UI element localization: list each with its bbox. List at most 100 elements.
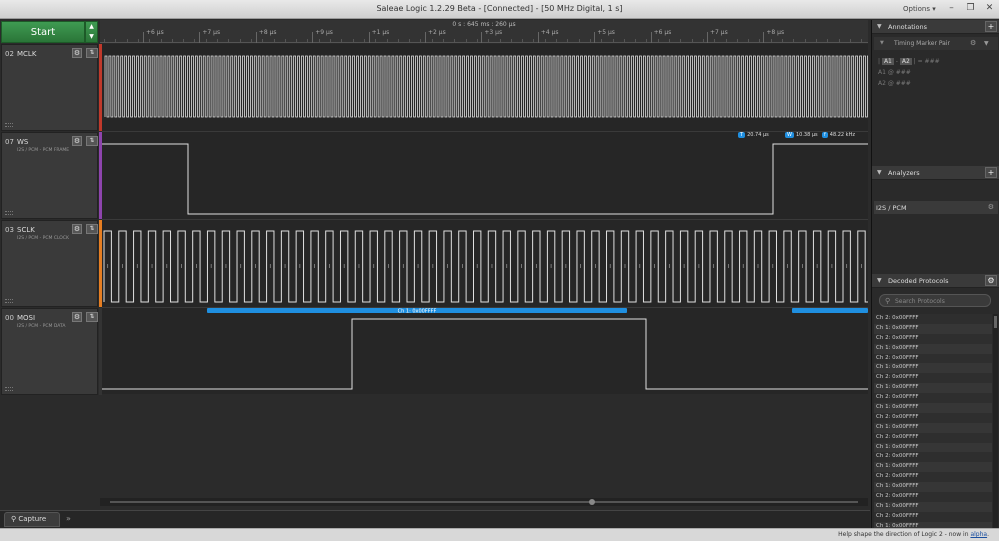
decoded-row[interactable]: Ch 1: 0x00FFFF bbox=[874, 462, 992, 473]
minimize-icon[interactable]: – bbox=[943, 2, 960, 15]
gear-icon[interactable]: ⚙ bbox=[72, 48, 82, 58]
time-minor-tick bbox=[296, 39, 298, 43]
search-box[interactable]: ⚲ bbox=[879, 294, 991, 307]
start-options-stepper[interactable]: ▲ ▼ bbox=[85, 21, 98, 43]
scroll-thumb[interactable] bbox=[589, 499, 595, 505]
time-minor-tick bbox=[160, 39, 162, 43]
decoded-row[interactable]: Ch 2: 0x00FFFF bbox=[874, 472, 992, 483]
time-minor-tick bbox=[104, 39, 105, 43]
trigger-icon[interactable]: ⇅ bbox=[86, 224, 98, 234]
decode-bubble[interactable] bbox=[792, 308, 868, 313]
time-tick-label: +1 µs bbox=[371, 29, 390, 36]
decoded-row[interactable]: Ch 1: 0x00FFFF bbox=[874, 363, 992, 374]
tab-overflow-button[interactable]: » bbox=[66, 514, 71, 523]
decoded-row[interactable]: Ch 1: 0x00FFFF bbox=[874, 422, 992, 433]
gear-icon[interactable]: ⚙ bbox=[72, 136, 82, 146]
decoded-list-scrollbar[interactable] bbox=[993, 314, 998, 528]
time-minor-tick bbox=[759, 39, 761, 43]
add-analyzer-button[interactable]: + bbox=[985, 167, 997, 178]
alpha-link[interactable]: alpha bbox=[970, 531, 987, 538]
expand-arrow-icon[interactable]: ▼ bbox=[880, 40, 884, 46]
gear-icon[interactable]: ⚙ bbox=[988, 203, 994, 211]
decoded-row[interactable]: Ch 1: 0x00FFFF bbox=[874, 501, 992, 512]
chevron-down-icon[interactable]: ▼ bbox=[86, 32, 97, 42]
timeline-ruler[interactable]: 0 s : 645 ms : 260 µs +6 µs +7 µs +8 µs +9 … bbox=[100, 20, 868, 43]
timing-marker-pair-row[interactable]: ▼ Timing Marker Pair ⚙ ▼ bbox=[874, 37, 998, 50]
channel-name: MCLK bbox=[17, 50, 37, 58]
decoded-row[interactable]: Ch 2: 0x00FFFF bbox=[874, 333, 992, 344]
gear-icon[interactable]: ⚙ bbox=[985, 275, 997, 286]
channel-label-mclk[interactable]: 02 MCLK ⚙ ⇅ bbox=[1, 44, 98, 131]
options-menu[interactable]: Options ▾ bbox=[903, 5, 936, 13]
chevron-up-icon[interactable]: ▲ bbox=[86, 22, 97, 32]
decoded-row[interactable]: Ch 1: 0x00FFFF bbox=[874, 403, 992, 413]
decoded-row[interactable]: Ch 2: 0x00FFFF bbox=[874, 353, 992, 364]
trigger-icon[interactable]: ⇅ bbox=[86, 136, 98, 146]
time-minor-tick bbox=[217, 39, 218, 43]
time-minor-tick bbox=[397, 39, 399, 43]
time-tick-line bbox=[312, 32, 314, 43]
decoded-row[interactable]: Ch 1: 0x00FFFF bbox=[874, 383, 992, 394]
decoded-row[interactable]: Ch 1: 0x00FFFF bbox=[874, 521, 992, 528]
decoded-protocols-header: ▼ Decoded Protocols ⚙ bbox=[872, 274, 999, 288]
time-minor-tick bbox=[556, 39, 557, 43]
collapse-arrow-icon[interactable]: ▼ bbox=[877, 169, 882, 176]
time-minor-tick bbox=[748, 39, 750, 43]
time-minor-tick bbox=[680, 39, 682, 43]
decoded-row[interactable]: Ch 1: 0x00FFFF bbox=[874, 323, 992, 334]
gear-icon[interactable]: ⚙ bbox=[72, 312, 82, 322]
waveform-area[interactable]: Ch 1: 0x00FFFF bbox=[102, 44, 868, 394]
time-minor-tick bbox=[352, 39, 354, 43]
scroll-thumb[interactable] bbox=[994, 316, 997, 328]
tab-capture[interactable]: ⚲ Capture bbox=[4, 512, 60, 527]
annotations-title: Annotations bbox=[888, 23, 928, 31]
drag-handle[interactable] bbox=[5, 211, 13, 215]
horizontal-scrollbar[interactable] bbox=[100, 498, 868, 506]
collapse-arrow-icon[interactable]: ▼ bbox=[877, 23, 882, 30]
gear-icon[interactable]: ⚙ bbox=[72, 224, 82, 234]
decoded-row[interactable]: Ch 2: 0x00FFFF bbox=[874, 393, 992, 404]
analyzers-title: Analyzers bbox=[888, 169, 920, 177]
period-chip-icon: W bbox=[785, 132, 794, 138]
drag-handle[interactable] bbox=[5, 299, 13, 303]
decoded-row[interactable]: Ch 2: 0x00FFFF bbox=[874, 412, 992, 423]
decoded-protocols-list[interactable]: Ch 2: 0x00FFFF Ch 1: 0x00FFFF Ch 2: 0x00FF… bbox=[874, 314, 992, 528]
decoded-row[interactable]: Ch 2: 0x00FFFF bbox=[874, 511, 992, 522]
close-icon[interactable]: ✕ bbox=[981, 2, 998, 15]
add-annotation-button[interactable]: + bbox=[985, 21, 997, 32]
decoded-row[interactable]: Ch 2: 0x00FFFF bbox=[874, 452, 992, 463]
decoded-row[interactable]: Ch 2: 0x00FFFF bbox=[874, 432, 992, 443]
analyzer-item[interactable]: I2S / PCM ⚙ bbox=[874, 201, 998, 214]
decoded-row[interactable]: Ch 2: 0x00FFFF bbox=[874, 373, 992, 384]
decoded-row[interactable]: Ch 1: 0x00FFFF bbox=[874, 442, 992, 453]
drag-handle[interactable] bbox=[5, 123, 13, 127]
time-minor-tick bbox=[691, 39, 693, 43]
channel-label-mosi[interactable]: 00 MOSI I2S / PCM - PCM DATA ⚙ ⇅ bbox=[1, 308, 98, 395]
freq-chip-icon: f bbox=[822, 132, 828, 138]
time-minor-tick bbox=[205, 39, 207, 43]
decoded-row[interactable]: Ch 1: 0x00FFFF bbox=[874, 482, 992, 493]
drag-handle[interactable] bbox=[5, 387, 13, 391]
decoded-row[interactable]: Ch 2: 0x00FFFF bbox=[874, 492, 992, 502]
trigger-icon[interactable]: ⇅ bbox=[86, 48, 98, 58]
channel-number: 00 bbox=[5, 314, 14, 322]
restore-icon[interactable]: ❐ bbox=[962, 2, 979, 15]
marker-a1-badge[interactable]: A1 bbox=[881, 58, 894, 65]
gear-icon[interactable]: ⚙ bbox=[970, 39, 976, 47]
decoded-row[interactable]: Ch 1: 0x00FFFF bbox=[874, 343, 992, 354]
decoded-row[interactable]: Ch 2: 0x00FFFF bbox=[874, 314, 992, 324]
tab-bar: ⚲ Capture » bbox=[0, 510, 870, 528]
chevron-down-icon[interactable]: ▼ bbox=[984, 40, 989, 47]
channel-label-ws[interactable]: 07 WS I2S / PCM - PCM FRAME ⚙ ⇅ bbox=[1, 132, 98, 219]
time-minor-tick bbox=[849, 39, 851, 43]
time-minor-tick bbox=[815, 39, 817, 43]
annotations-header: ▼ Annotations + bbox=[872, 20, 999, 34]
trigger-icon[interactable]: ⇅ bbox=[86, 312, 98, 322]
channel-label-sclk[interactable]: 03 SCLK I2S / PCM - PCM CLOCK ⚙ ⇅ bbox=[1, 220, 98, 307]
time-tick-line bbox=[594, 32, 596, 43]
marker-a2-badge[interactable]: A2 bbox=[899, 58, 912, 65]
start-button[interactable]: Start bbox=[1, 21, 85, 43]
search-input[interactable] bbox=[895, 296, 987, 306]
channel-number: 02 bbox=[5, 50, 14, 58]
collapse-arrow-icon[interactable]: ▼ bbox=[877, 277, 882, 284]
